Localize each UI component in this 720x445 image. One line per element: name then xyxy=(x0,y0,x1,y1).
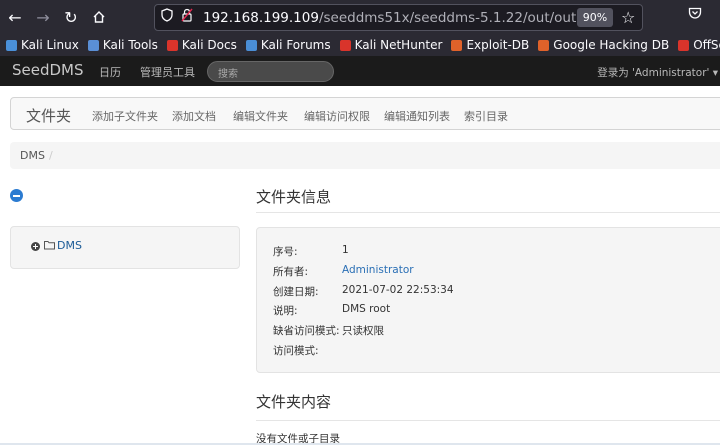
url-text[interactable]: 192.168.199.109/seeddms51x/seeddms-5.1.2… xyxy=(203,10,578,26)
bookmark-kali-linux[interactable]: Kali Linux xyxy=(6,38,79,52)
edit-notify-link[interactable]: 编辑通知列表 xyxy=(384,108,450,124)
info-value-created: 2021-07-02 22:53:34 xyxy=(342,284,454,296)
bookmark-kali-nethunter[interactable]: Kali NetHunter xyxy=(339,38,443,52)
folder-tree: DMS xyxy=(10,226,240,269)
info-label: 访问模式: xyxy=(273,345,319,357)
bookmark-google-hacking-db[interactable]: Google Hacking DB xyxy=(538,38,669,52)
bookmark-kali-tools[interactable]: Kali Tools xyxy=(87,38,158,52)
bookmark-offsec[interactable]: OffSec xyxy=(678,38,720,52)
reload-icon[interactable]: ↻ xyxy=(59,5,83,29)
bookmark-favicon-icon xyxy=(339,39,351,51)
bookmark-label: Exploit-DB xyxy=(466,38,530,52)
nav-calendar[interactable]: 日历 xyxy=(99,64,121,80)
folder-content-title: 文件夹内容 xyxy=(256,393,332,411)
collapse-icon[interactable] xyxy=(10,189,23,202)
bookmark-favicon-icon xyxy=(166,39,178,51)
bookmarks-bar: Kali Linux Kali Tools Kali Docs Kali Forums… xyxy=(0,34,720,56)
breadcrumb: DMS / xyxy=(10,142,720,169)
shield-icon[interactable] xyxy=(161,8,173,26)
bookmark-kali-forums[interactable]: Kali Forums xyxy=(245,38,331,52)
search-input[interactable]: 搜索 xyxy=(207,61,334,82)
owner-link[interactable]: Administrator xyxy=(342,264,414,276)
info-label: 所有者: xyxy=(273,266,309,278)
info-value-default-access: 只读权限 xyxy=(342,325,384,337)
expand-icon[interactable] xyxy=(31,242,40,251)
pocket-icon[interactable] xyxy=(688,6,702,24)
bookmark-kali-docs[interactable]: Kali Docs xyxy=(166,38,237,52)
forward-icon[interactable]: → xyxy=(31,5,55,29)
folder-icon xyxy=(44,240,55,253)
folder-action-title: 文件夹 xyxy=(26,107,72,125)
nav-admin-tools[interactable]: 管理员工具 xyxy=(140,64,195,80)
bookmark-label: Google Hacking DB xyxy=(553,38,670,52)
bookmark-favicon-icon xyxy=(678,39,690,51)
app-navbar: SeedDMS 日历 管理员工具 搜索 登录为 'Administrator' … xyxy=(0,56,720,86)
divider xyxy=(256,212,720,213)
bookmark-label: Kali NetHunter xyxy=(354,38,443,52)
tree-node-dms[interactable]: DMS xyxy=(57,239,82,252)
divider xyxy=(256,420,720,421)
index-folder-link[interactable]: 索引目录 xyxy=(464,108,508,124)
info-label: 缺省访问模式: xyxy=(273,325,340,337)
info-value-comment: DMS root xyxy=(342,303,391,315)
folder-info-box: 序号: 1 所有者: Administrator 创建日期: 2021-07-0… xyxy=(256,227,720,373)
bookmark-favicon-icon xyxy=(451,39,463,51)
add-document-link[interactable]: 添加文档 xyxy=(172,108,216,124)
edit-access-link[interactable]: 编辑访问权限 xyxy=(304,108,370,124)
home-icon[interactable] xyxy=(87,5,111,29)
breadcrumb-root[interactable]: DMS xyxy=(20,149,45,162)
zoom-level[interactable]: 90% xyxy=(577,8,613,27)
url-bar[interactable]: 192.168.199.109/seeddms51x/seeddms-5.1.2… xyxy=(154,4,643,31)
bookmark-favicon-icon xyxy=(87,39,99,51)
breadcrumb-separator: / xyxy=(48,149,53,162)
folder-action-bar: 文件夹 添加子文件夹 添加文档 编辑文件夹 编辑访问权限 编辑通知列表 索引目录 xyxy=(10,97,720,130)
bookmark-exploit-db[interactable]: Exploit-DB xyxy=(451,38,529,52)
url-path: /seeddms51x/seeddms-5.1.22/out/out.ViewF… xyxy=(318,10,578,26)
url-host: 192.168.199.109 xyxy=(203,10,319,26)
bookmark-label: OffSec xyxy=(693,38,720,52)
folder-info-title: 文件夹信息 xyxy=(256,188,332,206)
add-subfolder-link[interactable]: 添加子文件夹 xyxy=(92,108,158,124)
brand-logo[interactable]: SeedDMS xyxy=(12,61,84,79)
bookmark-favicon-icon xyxy=(538,39,550,51)
bookmark-label: Kali Docs xyxy=(181,38,237,52)
bookmark-label: Kali Tools xyxy=(102,38,158,52)
info-label: 序号: xyxy=(273,246,298,258)
star-icon[interactable]: ☆ xyxy=(621,8,635,27)
back-icon[interactable]: ← xyxy=(3,5,27,29)
bookmark-favicon-icon xyxy=(245,39,257,51)
bookmark-favicon-icon xyxy=(6,39,17,51)
lock-icon[interactable] xyxy=(181,8,193,26)
browser-toolbar: ← → ↻ 192.168.199.109/seeddms51x/seeddms… xyxy=(0,0,720,34)
info-value-id: 1 xyxy=(342,244,349,256)
bookmark-label: Kali Linux xyxy=(21,38,79,52)
info-label: 说明: xyxy=(273,305,298,317)
edit-folder-link[interactable]: 编辑文件夹 xyxy=(233,108,288,124)
login-status[interactable]: 登录为 'Administrator' ▾ xyxy=(597,65,718,80)
bookmark-label: Kali Forums xyxy=(260,38,331,52)
info-label: 创建日期: xyxy=(273,286,319,298)
